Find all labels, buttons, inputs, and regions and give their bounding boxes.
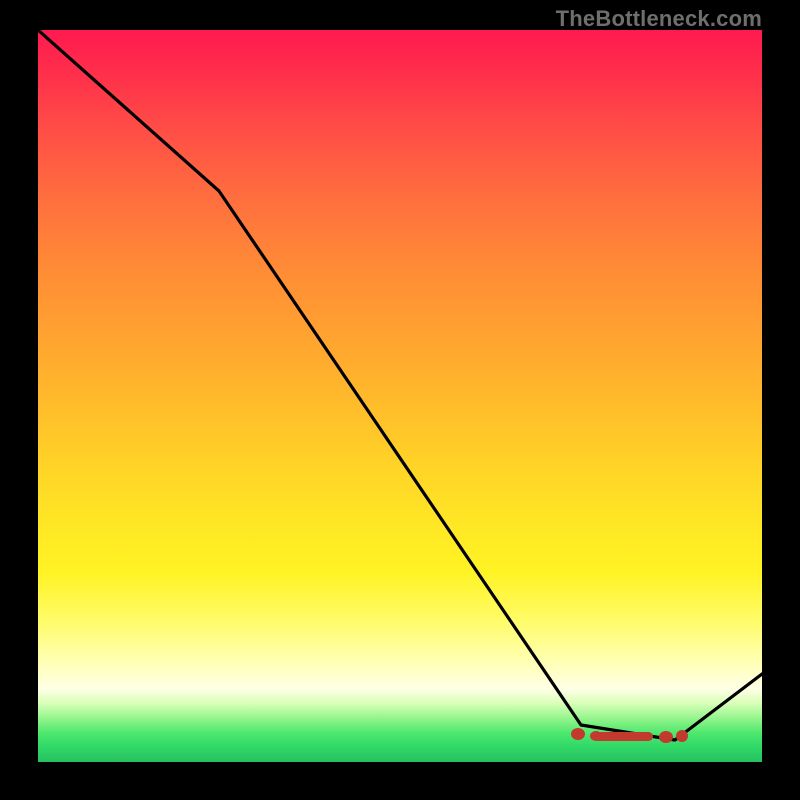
watermark-text: TheBottleneck.com: [556, 6, 762, 32]
bottleneck-curve-line: [38, 30, 762, 740]
chart-overlay: [38, 30, 762, 762]
chart-frame: TheBottleneck.com: [0, 0, 800, 800]
optimal-range-marker: [571, 728, 688, 743]
chart-plot-area: [38, 30, 762, 762]
